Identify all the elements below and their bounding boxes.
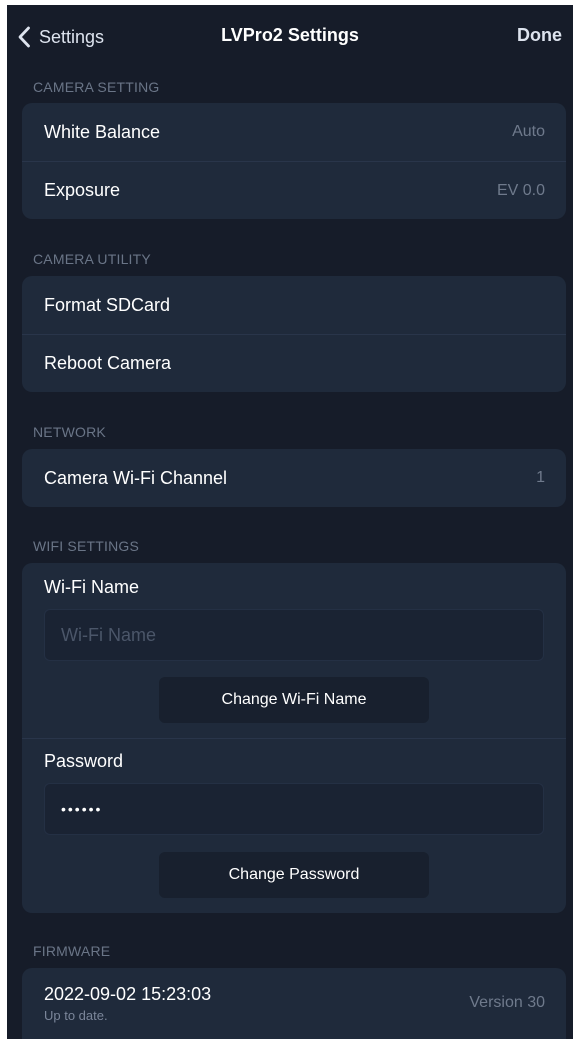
- camera-utility-group: Format SDCard Reboot Camera: [22, 276, 566, 392]
- wifi-name-input[interactable]: [44, 609, 544, 661]
- exposure-value: EV 0.0: [496, 181, 545, 199]
- change-wifi-name-button[interactable]: Change Wi-Fi Name: [159, 677, 429, 723]
- wifi-name-label: Wi-Fi Name: [44, 577, 139, 597]
- wifi-channel-label: Camera Wi-Fi Channel: [44, 467, 228, 488]
- password-input[interactable]: [44, 783, 544, 835]
- wifi-channel-row[interactable]: Camera Wi-Fi Channel 1: [22, 449, 566, 507]
- navigation-bar: Settings LVPro2 Settings Done: [7, 5, 573, 67]
- wifi-channel-value: 1: [536, 469, 545, 486]
- divider: [22, 738, 566, 739]
- white-balance-value: Auto: [512, 123, 545, 140]
- section-header-wifi-settings: WIFI SETTINGS: [33, 538, 140, 554]
- settings-screen: Settings LVPro2 Settings Done CAMERA SET…: [7, 5, 573, 1039]
- section-header-network: NETWORK: [33, 424, 106, 440]
- format-sdcard-label: Format SDCard: [44, 294, 171, 315]
- done-button[interactable]: Done: [517, 25, 562, 46]
- password-label: Password: [44, 751, 124, 771]
- exposure-row[interactable]: Exposure EV 0.0: [22, 161, 566, 219]
- firmware-date: 2022-09-02 15:23:03: [44, 984, 212, 1004]
- reboot-camera-label: Reboot Camera: [44, 353, 172, 373]
- exposure-label: Exposure: [44, 180, 121, 200]
- format-sdcard-row[interactable]: Format SDCard: [22, 276, 566, 334]
- section-header-firmware: FIRMWARE: [33, 943, 111, 959]
- white-balance-label: White Balance: [44, 121, 161, 142]
- section-header-camera-utility: CAMERA UTILITY: [33, 251, 151, 267]
- reboot-camera-row[interactable]: Reboot Camera: [22, 334, 566, 392]
- wifi-settings-group: Wi-Fi Name Change Wi-Fi Name Password Ch…: [22, 563, 566, 913]
- firmware-group: 2022-09-02 15:23:03 Up to date. Version …: [22, 968, 566, 1039]
- camera-setting-group: White Balance Auto Exposure EV 0.0: [22, 103, 566, 219]
- section-header-camera-setting: CAMERA SETTING: [33, 79, 160, 95]
- network-group: Camera Wi-Fi Channel 1: [22, 449, 566, 507]
- firmware-version: Version 30: [469, 994, 545, 1011]
- white-balance-row[interactable]: White Balance Auto: [22, 103, 566, 161]
- change-password-button[interactable]: Change Password: [159, 852, 429, 898]
- page-title: LVPro2 Settings: [221, 25, 359, 45]
- firmware-status: Up to date.: [44, 1008, 108, 1023]
